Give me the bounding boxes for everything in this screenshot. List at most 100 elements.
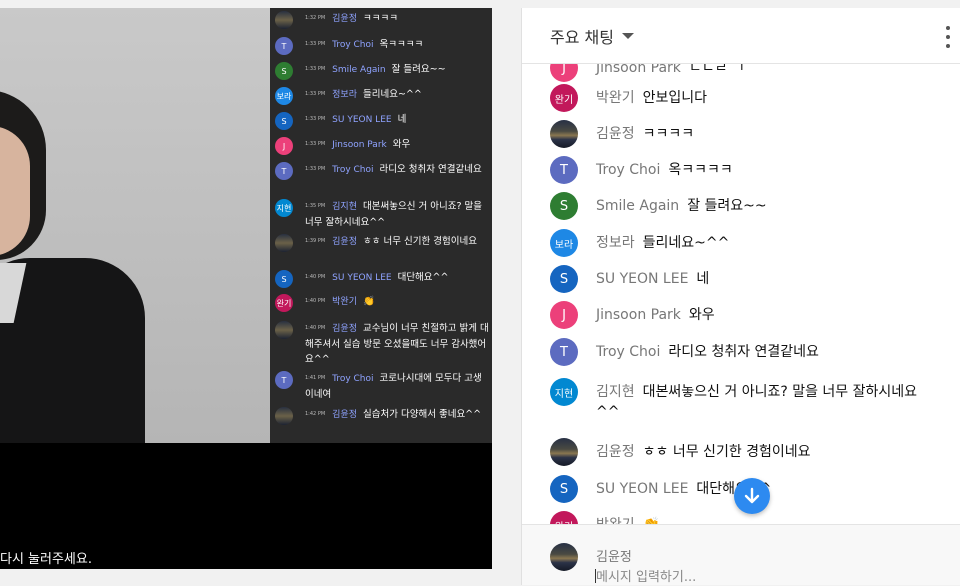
video-chat-overlay: 1:32 PM 김윤정 ㅋㅋㅋㅋ T 1:33 PM Troy Choi 옥ㅋㅋㅋㅋ S 1:3… [270,8,492,443]
message-body: SU YEON LEE 네 [596,265,926,293]
avatar: T [550,338,578,366]
message-text: 👏 [643,517,660,524]
author-name: Jinsoon Park [596,64,681,76]
overlay-chat-message: 지현 1:35 PM 김지현 대본써놓으신 거 아니죠? 말을 너무 잘하시네요^^ [275,199,490,230]
message-body: 김윤정 ㅋㅋㅋㅋ [596,120,926,148]
chat-mode-title[interactable]: 주요 채팅 [550,24,614,48]
overlay-message-body: 1:33 PM SU YEON LEE 네 [305,112,490,130]
avatar: 보라 [550,229,578,257]
avatar: 완기 [550,84,578,112]
message-text: ㅋㅋㅋㅋ [642,126,695,142]
avatar: T [275,371,293,389]
overlay-message-text: 라디오 청취자 연결같네요 [379,164,482,175]
message-input[interactable] [596,568,936,586]
overlay-chat-message: 1:32 PM 김윤정 ㅋㅋㅋㅋ [275,11,490,29]
overlay-message-text: ㅋㅋㅋㅋ [363,13,398,24]
overlay-author-name: Smile Again [332,65,386,75]
message-body: Jinsoon Park 와우 [596,301,926,329]
avatar [275,407,293,425]
author-name: 김윤정 [596,126,635,142]
message-text: 안보입니다 [642,90,708,106]
chat-message[interactable]: J Jinsoon Park ㄷㄴㄹ ㄱ [550,64,950,82]
message-text: 와우 [688,307,715,323]
overlay-message-text: 옥ㅋㅋㅋㅋ [379,39,424,50]
chat-message[interactable]: S Smile Again 잘 들려요~~ [550,192,950,220]
chat-message[interactable]: J Jinsoon Park 와우 [550,301,950,329]
avatar: T [275,162,293,180]
overlay-message-text: 네 [397,114,407,125]
overlay-author-name: 김윤정 [332,410,357,420]
message-text: ㅎㅎ 너무 신기한 경험이네요 [642,444,811,460]
avatar: 보라 [275,87,293,105]
overlay-author-name: 정보라 [332,90,357,100]
overlay-author-name: 김윤정 [332,324,357,334]
overlay-chat-message: S 1:40 PM SU YEON LEE 대단해요^^ [275,270,490,288]
chat-header: 주요 채팅 [522,8,960,64]
video-player[interactable]: 1:32 PM 김윤정 ㅋㅋㅋㅋ T 1:33 PM Troy Choi 옥ㅋㅋㅋㅋ S 1:3… [0,8,492,569]
overlay-timestamp: 1:33 PM [305,41,326,47]
chat-message[interactable]: 완기 박완기 안보입니다 [550,84,950,112]
overlay-timestamp: 1:39 PM [305,238,326,244]
overlay-chat-message: 1:42 PM 김윤정 실습처가 다양해서 좋네요^^ [275,407,490,425]
message-text: 라디오 청취자 연결같네요 [668,344,819,360]
avatar [275,234,293,252]
overlay-message-body: 1:33 PM Jinsoon Park 와우 [305,137,490,155]
chat-message[interactable]: T Troy Choi 라디오 청취자 연결같네요 [550,338,950,366]
overlay-timestamp: 1:33 PM [305,141,326,147]
message-text: 대본써놓으신 거 아니죠? 말을 너무 잘하시네요^^ [596,384,918,420]
message-text: 잘 들려요~~ [687,198,767,214]
overlay-message-text: 들리네요~^^ [363,89,422,100]
overlay-timestamp: 1:40 PM [305,325,326,331]
avatar [550,120,578,148]
avatar: 완기 [275,294,293,312]
overlay-chat-message: J 1:33 PM Jinsoon Park 와우 [275,137,490,155]
overlay-chat-message: S 1:33 PM Smile Again 잘 들려요~~ [275,62,490,80]
overlay-timestamp: 1:33 PM [305,116,326,122]
overlay-author-name: Troy Choi [332,374,374,384]
author-name: 박완기 [596,90,635,106]
chat-message[interactable]: 보라 정보라 들리네요~^^ [550,229,950,257]
overlay-author-name: 김윤정 [332,237,357,247]
speaker-body [0,258,145,443]
overlay-message-text: ㅎㅎ 너무 신기한 경험이네요 [363,236,477,247]
composer-author-name: 김윤정 [596,550,632,565]
avatar [275,11,293,29]
avatar: S [275,270,293,288]
chat-message[interactable]: 지현 김지현 대본써놓으신 거 아니죠? 말을 너무 잘하시네요^^ [550,378,950,422]
video-caption: 다시 눌러주세요. [0,552,92,567]
overlay-chat-message: T 1:41 PM Troy Choi 코로나시대에 모두다 고생이네여 [275,371,490,402]
overlay-chat-message: T 1:33 PM Troy Choi 라디오 청취자 연결같네요 [275,162,490,180]
scroll-to-bottom-button[interactable] [734,478,770,514]
more-options-icon[interactable] [945,26,951,48]
avatar: 지현 [550,378,578,406]
avatar: S [550,192,578,220]
message-body: Smile Again 잘 들려요~~ [596,192,926,220]
message-body: Jinsoon Park ㄷㄴㄹ ㄱ [596,64,926,82]
author-name: 정보라 [596,235,635,251]
author-name: SU YEON LEE [596,481,689,497]
chat-message-list[interactable]: J Jinsoon Park ㄷㄴㄹ ㄱ 완기 박완기 안보입니다 김윤정 ㅋㅋㅋㅋ T Troy… [522,64,960,524]
overlay-timestamp: 1:35 PM [305,203,326,209]
overlay-timestamp: 1:40 PM [305,298,326,304]
avatar: J [550,64,578,82]
overlay-author-name: SU YEON LEE [332,273,392,283]
overlay-author-name: Troy Choi [332,165,374,175]
author-name: 박완기 [596,517,635,524]
chat-message[interactable]: 김윤정 ㅋㅋㅋㅋ [550,120,950,148]
overlay-chat-message: 1:40 PM 김윤정 교수님이 너무 친절하고 밝게 대해주셔서 실습 방문 오셨… [275,321,490,367]
message-body: 김윤정 ㅎㅎ 너무 신기한 경험이네요 [596,438,926,466]
overlay-message-text: 👏 [363,296,375,307]
chat-message[interactable]: T Troy Choi 옥ㅋㅋㅋㅋ [550,156,950,184]
chat-message[interactable]: S SU YEON LEE 네 [550,265,950,293]
overlay-timestamp: 1:40 PM [305,274,326,280]
avatar [275,321,293,339]
avatar: J [275,137,293,155]
chevron-down-icon[interactable] [621,32,634,39]
overlay-message-body: 1:40 PM 박완기 👏 [305,294,490,312]
overlay-author-name: 김윤정 [332,14,357,24]
message-body: 김지현 대본써놓으신 거 아니죠? 말을 너무 잘하시네요^^ [596,378,926,422]
chat-message[interactable]: 김윤정 ㅎㅎ 너무 신기한 경험이네요 [550,438,950,466]
overlay-chat-message: 보라 1:33 PM 정보라 들리네요~^^ [275,87,490,105]
overlay-message-body: 1:35 PM 김지현 대본써놓으신 거 아니죠? 말을 너무 잘하시네요^^ [305,199,490,230]
overlay-chat-message: S 1:33 PM SU YEON LEE 네 [275,112,490,130]
